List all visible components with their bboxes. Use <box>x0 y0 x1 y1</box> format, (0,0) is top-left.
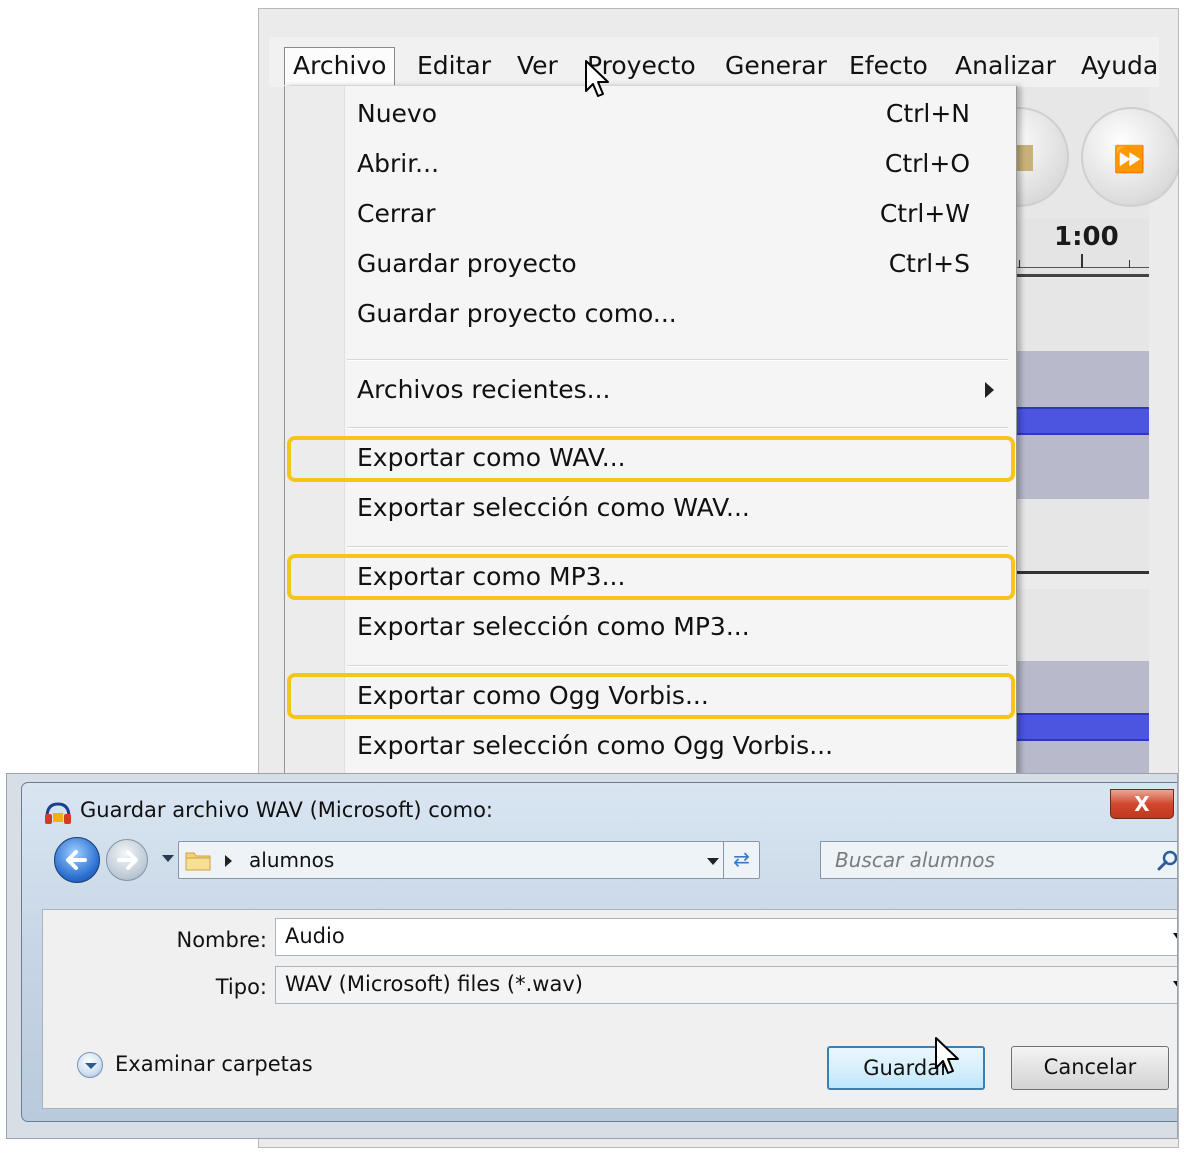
menu-item-cerrar[interactable]: Cerrar Ctrl+W <box>285 194 1016 238</box>
menu-item-label: Exportar selección como WAV... <box>357 493 750 522</box>
menu-item-shortcut: Ctrl+N <box>885 99 970 128</box>
menu-item-exportar-seleccion-mp3[interactable]: Exportar selección como MP3... <box>285 607 1016 651</box>
menu-item-label: Exportar como MP3... <box>357 562 626 591</box>
refresh-button[interactable]: ⇄ <box>723 842 759 878</box>
menu-ayuda[interactable]: Ayuda <box>1075 47 1164 85</box>
filename-dropdown-icon[interactable] <box>1173 933 1177 940</box>
filetype-dropdown-icon[interactable] <box>1173 981 1177 988</box>
menu-item-guardar-proyecto-como[interactable]: Guardar proyecto como... <box>285 294 1016 338</box>
track-gap-2 <box>999 589 1149 661</box>
address-dropdown-icon[interactable] <box>707 858 719 865</box>
menu-item-shortcut: Ctrl+S <box>888 249 970 278</box>
audio-track-2[interactable] <box>999 661 1149 781</box>
skip-end-icon: ⏩ <box>1113 145 1146 175</box>
menu-item-label: Exportar como WAV... <box>357 443 626 472</box>
audio-track-1[interactable] <box>999 351 1149 499</box>
waveform <box>999 407 1149 435</box>
menu-item-label: Exportar selección como MP3... <box>357 612 750 641</box>
headphones-icon <box>45 802 71 824</box>
menu-separator <box>347 665 1008 667</box>
menu-editar[interactable]: Editar <box>411 47 497 85</box>
waveform-2 <box>999 713 1149 741</box>
cancel-button[interactable]: Cancelar <box>1011 1046 1169 1090</box>
menu-separator <box>347 359 1008 361</box>
browse-folders-label: Examinar carpetas <box>115 1052 313 1076</box>
menu-item-label: Cerrar <box>357 199 436 228</box>
filename-field[interactable] <box>275 918 1177 956</box>
menu-item-exportar-mp3[interactable]: Exportar como MP3... <box>285 557 1016 601</box>
track-separator <box>999 571 1149 574</box>
filetype-select[interactable]: WAV (Microsoft) files (*.wav) <box>275 966 1177 1004</box>
expand-chevron-icon <box>77 1052 103 1078</box>
menu-separator <box>347 427 1008 429</box>
search-input[interactable] <box>835 848 1135 872</box>
refresh-icon: ⇄ <box>733 847 750 871</box>
menu-item-nuevo[interactable]: Nuevo Ctrl+N <box>285 94 1016 138</box>
mouse-cursor-icon <box>935 1037 959 1074</box>
timeline-ruler[interactable]: 1:00 <box>999 219 1149 277</box>
menu-analizar[interactable]: Analizar <box>949 47 1062 85</box>
search-box[interactable] <box>820 841 1178 879</box>
menu-item-label: Guardar proyecto <box>357 249 577 278</box>
forward-button[interactable] <box>106 839 148 881</box>
menu-item-shortcut: Ctrl+O <box>884 149 970 178</box>
track-gap <box>999 499 1149 571</box>
menu-item-shortcut: Ctrl+W <box>879 199 970 228</box>
recent-locations-dropdown-icon[interactable] <box>162 855 174 862</box>
mouse-cursor-icon <box>585 60 609 97</box>
menu-item-exportar-ogg[interactable]: Exportar como Ogg Vorbis... <box>285 676 1016 720</box>
menu-separator <box>347 546 1008 548</box>
menu-item-label: Abrir... <box>357 149 440 178</box>
save-dialog: Guardar archivo WAV (Microsoft) como: X … <box>6 773 1178 1139</box>
breadcrumb-folder[interactable]: alumnos <box>249 848 334 872</box>
file-menu-dropdown: Nuevo Ctrl+N Abrir... Ctrl+O Cerrar Ctrl… <box>284 86 1017 786</box>
menu-item-guardar-proyecto[interactable]: Guardar proyecto Ctrl+S <box>285 244 1016 288</box>
menu-bar: Archivo Editar Ver Proyecto Generar Efec… <box>269 37 1159 87</box>
arrow-right-icon <box>117 850 138 870</box>
menu-item-label: Exportar selección como Ogg Vorbis... <box>357 731 834 760</box>
arrow-left-icon <box>66 850 87 870</box>
menu-item-archivos-recientes[interactable]: Archivos recientes... <box>285 370 1016 414</box>
menu-efecto[interactable]: Efecto <box>843 47 934 85</box>
menu-ver[interactable]: Ver <box>511 47 564 85</box>
close-button[interactable]: X <box>1110 789 1174 819</box>
menu-item-label: Guardar proyecto como... <box>357 299 677 328</box>
menu-item-label: Nuevo <box>357 99 438 128</box>
menu-item-exportar-seleccion-ogg[interactable]: Exportar selección como Ogg Vorbis... <box>285 726 1016 770</box>
back-button[interactable] <box>54 837 100 883</box>
address-bar[interactable]: alumnos ⇄ <box>178 841 760 879</box>
menu-item-exportar-seleccion-wav[interactable]: Exportar selección como WAV... <box>285 488 1016 532</box>
filetype-label: Tipo: <box>215 975 267 999</box>
filename-input[interactable] <box>285 924 1085 948</box>
transport-toolbar: ⏩ <box>969 87 1178 227</box>
folder-icon <box>185 852 211 871</box>
menu-item-exportar-wav[interactable]: Exportar como WAV... <box>285 438 1016 482</box>
menu-item-label: Exportar como Ogg Vorbis... <box>357 681 709 710</box>
dialog-frame: Guardar archivo WAV (Microsoft) como: X … <box>21 782 1178 1122</box>
menu-archivo[interactable]: Archivo <box>284 47 396 85</box>
dialog-title: Guardar archivo WAV (Microsoft) como: <box>80 798 493 822</box>
save-form-panel: Nombre: Tipo: WAV (Microsoft) files (*.w… <box>42 909 1177 1109</box>
search-icon[interactable] <box>1157 850 1178 872</box>
menu-generar[interactable]: Generar <box>719 47 833 85</box>
breadcrumb-chevron-icon[interactable] <box>225 855 232 867</box>
ruler-tick-label: 1:00 <box>1054 222 1119 252</box>
filetype-value: WAV (Microsoft) files (*.wav) <box>285 972 583 996</box>
menu-item-abrir[interactable]: Abrir... Ctrl+O <box>285 144 1016 188</box>
skip-end-button[interactable]: ⏩ <box>1081 107 1178 207</box>
filename-label: Nombre: <box>176 928 267 952</box>
submenu-arrow-icon <box>985 382 994 398</box>
track-header-area <box>999 279 1149 351</box>
menu-item-label: Archivos recientes... <box>357 375 611 404</box>
